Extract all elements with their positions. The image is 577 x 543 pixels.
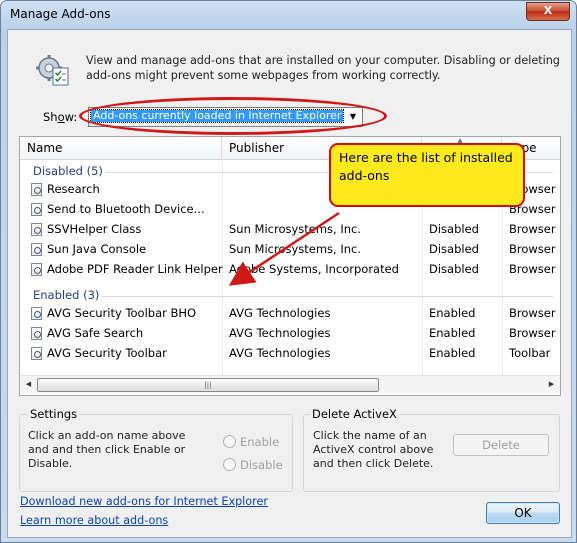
- addon-publisher: AVG Technologies: [229, 346, 331, 360]
- delete-activex-title: Delete ActiveX: [310, 407, 399, 421]
- addon-icon: [31, 183, 42, 196]
- addon-icon: [31, 223, 42, 236]
- dialog-description: View and manage add-ons that are install…: [86, 54, 560, 82]
- group-header-enabled[interactable]: Enabled (3): [33, 288, 99, 302]
- addons-gear-icon: [36, 55, 69, 86]
- close-button[interactable]: X: [526, 2, 570, 21]
- title-bar[interactable]: Manage Add-ons X: [1, 1, 576, 29]
- addon-status: Disabled: [429, 242, 479, 256]
- addon-icon: [31, 347, 42, 360]
- dialog-client-area: View and manage add-ons that are install…: [7, 29, 572, 538]
- list-item[interactable]: SSVHelper Class Sun Microsystems, Inc. D…: [20, 220, 560, 240]
- addon-name: SSVHelper Class: [47, 222, 142, 236]
- addon-publisher: Sun Microsystems, Inc.: [229, 222, 362, 236]
- column-header-name[interactable]: Name: [20, 137, 222, 159]
- scrollbar-thumb[interactable]: |||: [37, 378, 379, 392]
- addon-status: Disabled: [429, 222, 479, 236]
- group-divider: [102, 296, 553, 297]
- list-item[interactable]: AVG Security Toolbar AVG Technologies En…: [20, 344, 560, 364]
- show-label: Show:: [43, 110, 78, 124]
- delete-button[interactable]: Delete: [453, 434, 549, 456]
- addon-name: Adobe PDF Reader Link Helper: [47, 262, 223, 276]
- addon-type: Browser H: [509, 222, 560, 236]
- annotation-callout: Here are the list of installed add-ons: [329, 143, 525, 207]
- group-header-disabled[interactable]: Disabled (5): [33, 164, 103, 178]
- addon-status: Enabled: [429, 326, 476, 340]
- learn-more-link[interactable]: Learn more about add-ons: [20, 514, 168, 527]
- horizontal-scrollbar[interactable]: ◀ ||| ▶: [20, 375, 560, 393]
- settings-group: Settings Click an add-on name above and …: [19, 407, 293, 492]
- ok-button[interactable]: OK: [486, 502, 560, 524]
- addon-status: Enabled: [429, 346, 476, 360]
- addon-name: Sun Java Console: [47, 242, 147, 256]
- addon-type: Browser H: [509, 306, 560, 320]
- radio-circle-icon: [223, 435, 236, 448]
- list-item[interactable]: Adobe PDF Reader Link Helper Adobe Syste…: [20, 260, 560, 280]
- addon-name: Send to Bluetooth Device...: [47, 202, 205, 216]
- download-addons-link[interactable]: Download new add-ons for Internet Explor…: [20, 495, 268, 508]
- addon-name: Research: [47, 182, 100, 196]
- addon-name: AVG Safe Search: [47, 326, 144, 340]
- addon-status: Enabled: [429, 306, 476, 320]
- disable-radio[interactable]: Disable: [223, 458, 283, 472]
- settings-title: Settings: [28, 407, 80, 421]
- window-title: Manage Add-ons: [10, 7, 111, 21]
- addon-publisher: Adobe Systems, Incorporated: [229, 262, 399, 276]
- addon-type: Browser H: [509, 326, 560, 340]
- addon-publisher: AVG Technologies: [229, 306, 331, 320]
- addon-type: Toolbar: [509, 346, 551, 360]
- addon-name: AVG Security Toolbar: [47, 346, 167, 360]
- addon-icon: [31, 203, 42, 216]
- addon-status: Disabled: [429, 262, 479, 276]
- scroll-right-icon[interactable]: ▶: [543, 376, 560, 393]
- highlight-ellipse-annotation: [79, 97, 387, 135]
- addon-type: Browser Ex: [509, 242, 560, 256]
- addon-name: AVG Security Toolbar BHO: [47, 306, 197, 320]
- addon-icon: [31, 263, 42, 276]
- settings-instructions: Click an add-on name above and and then …: [28, 429, 186, 470]
- radio-circle-icon: [223, 458, 236, 471]
- delete-activex-instructions: Click the name of an ActiveX control abo…: [313, 429, 434, 470]
- addon-publisher: AVG Technologies: [229, 326, 331, 340]
- list-item[interactable]: AVG Safe Search AVG Technologies Enabled…: [20, 324, 560, 344]
- list-item[interactable]: Sun Java Console Sun Microsystems, Inc. …: [20, 240, 560, 260]
- addon-publisher: Sun Microsystems, Inc.: [229, 242, 362, 256]
- list-item[interactable]: AVG Security Toolbar BHO AVG Technologie…: [20, 304, 560, 324]
- addon-icon: [31, 243, 42, 256]
- manage-addons-window: Manage Add-ons X View and manage add-ons…: [0, 0, 577, 543]
- addon-icon: [31, 307, 42, 320]
- addon-type: Browser H: [509, 262, 560, 276]
- scroll-left-icon[interactable]: ◀: [20, 376, 37, 393]
- enable-radio[interactable]: Enable: [223, 435, 279, 449]
- addon-icon: [31, 327, 42, 340]
